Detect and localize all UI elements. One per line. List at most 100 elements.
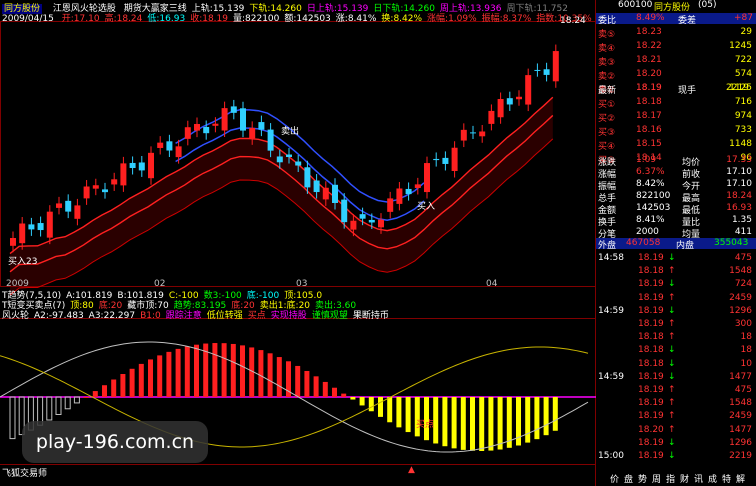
level-label: 卖③	[598, 58, 616, 68]
candle-body	[129, 162, 136, 169]
indicator-bar	[129, 368, 135, 397]
stat-value: 17.10	[726, 167, 752, 177]
tick-price: 18.18	[638, 345, 664, 356]
indicator-bar	[166, 351, 172, 397]
chart-area[interactable]	[0, 0, 596, 486]
order-level-row: 买① 18.18 716	[596, 97, 756, 110]
date-tick-label: 04	[486, 279, 498, 289]
quote-tab[interactable]: 财	[680, 472, 689, 485]
indicator-value: B1:0	[140, 311, 161, 321]
tick-volume: 300	[734, 319, 752, 329]
indicator-bar	[552, 397, 558, 431]
quote-tab[interactable]: 讯	[694, 472, 703, 485]
level-volume: 29	[740, 27, 752, 37]
order-level-row: 卖③ 18.21 722	[596, 55, 756, 68]
indicator-bar	[488, 397, 494, 451]
order-level-row: 买③ 18.16 733	[596, 125, 756, 138]
quote-tab[interactable]: 指	[666, 472, 675, 485]
indicator-bar	[332, 387, 337, 397]
stat-value: 8.41%	[636, 215, 665, 225]
indicator-bar	[304, 370, 310, 397]
indicator-bar	[313, 376, 319, 397]
inner-label: 内盘	[676, 241, 695, 251]
indicator-value: 谨慎观望	[311, 311, 348, 321]
indicator-bar	[479, 397, 485, 451]
tick-volume: 724	[734, 279, 752, 290]
level-volume: 974	[734, 111, 752, 121]
header-value: 涨:8.41%	[335, 14, 377, 24]
stat-value: 17.33	[726, 155, 752, 165]
quote-tab[interactable]: 盘	[624, 472, 633, 485]
tick-time: 14:58	[598, 253, 624, 263]
candle-body	[83, 186, 90, 199]
quote-tab[interactable]: 成	[708, 472, 717, 485]
indicator-value: A3:22.297	[88, 311, 136, 321]
candle-body	[497, 99, 504, 118]
stat-row: 涨幅 6.37% 前收 17.10	[596, 167, 756, 180]
indicator-value: 低位转强	[206, 311, 243, 321]
tick-direction-icon: ↓	[668, 358, 676, 369]
tick-direction-icon: ↓	[668, 451, 676, 461]
quote-tab[interactable]: 价	[610, 472, 619, 485]
stat-row: 涨跌 1.09 均价 17.33	[596, 155, 756, 168]
quote-title-row: 600100 同方股份 (05)	[596, 0, 756, 13]
order-level-row: 买④ 18.15 1148	[596, 139, 756, 152]
level-volume: 733	[734, 125, 752, 135]
quote-tab[interactable]: 解	[736, 472, 745, 485]
header-line-2: 2009/04/15 开:17.10 高:18.24 低:16.93 收:18.19 量…	[2, 11, 592, 24]
level-volume: 1148	[729, 139, 752, 149]
sell-annotation: 卖出	[281, 127, 300, 137]
stat-value: 8.42%	[636, 179, 665, 189]
scroll-marker-icon[interactable]: ▲	[408, 465, 415, 475]
tick-volume: 1296	[729, 305, 752, 316]
indicator-bar	[543, 397, 549, 436]
tick-row: 18.18 ↓ 10	[596, 359, 756, 370]
quote-tab[interactable]: 周	[652, 472, 661, 485]
tick-row: 14:59 18.19 ↓ 1296	[596, 306, 756, 317]
header-value: 低:16.93	[147, 14, 186, 24]
tick-direction-icon: ↓	[668, 345, 676, 356]
indicator-value: 果断持币	[352, 311, 389, 321]
tick-direction-icon: ↑	[668, 385, 676, 395]
watermark: play-196.com.cn	[22, 421, 208, 463]
level-price: 18.16	[636, 125, 662, 135]
tick-row: 14:58 18.19 ↓ 475	[596, 253, 756, 264]
header-value: 振幅:8.37%	[481, 14, 532, 24]
candle-body	[396, 188, 403, 204]
indicator-bar	[525, 397, 531, 443]
stat-value: 822100	[636, 191, 671, 201]
tick-row: 18.18 ↑ 1548	[596, 266, 756, 277]
order-level-row: 卖⑤ 18.23 29	[596, 27, 756, 40]
indicator-bar	[230, 343, 236, 397]
tick-price: 18.19	[638, 279, 664, 290]
candle-body	[230, 106, 237, 113]
indicator-bar	[267, 353, 273, 397]
header-value: 换:8.42%	[381, 14, 423, 24]
tick-price: 18.19	[638, 451, 664, 461]
quote-panel: 600100 同方股份 (05) 委比 8.49% 委差 +87 卖⑤ 18.23…	[596, 0, 756, 486]
indicator-bar	[295, 365, 301, 397]
quote-tab[interactable]: 特	[722, 472, 731, 485]
buy-annotation: 买入	[417, 202, 436, 212]
candle-body	[488, 110, 495, 124]
header-value: 收:18.19	[190, 14, 228, 24]
indicator-bar	[341, 393, 347, 397]
candle-body	[442, 157, 449, 164]
level-label: 买①	[598, 100, 616, 110]
indicator-bar	[9, 396, 16, 440]
candle-body	[37, 223, 44, 231]
order-level-row: 买② 18.17 974	[596, 111, 756, 124]
tick-row: 18.18 ↓ 18	[596, 345, 756, 356]
outer-value: 467058	[626, 238, 661, 248]
tick-row: 18.20 ↑ 1477	[596, 425, 756, 436]
quote-tab[interactable]: 势	[638, 472, 647, 485]
stat-row: 分笔 2000 均量 411	[596, 227, 756, 240]
tick-price: 18.19	[638, 319, 664, 329]
candle-body	[138, 162, 145, 171]
candle-body	[479, 131, 486, 137]
stat-value: 16.93	[726, 203, 752, 213]
latest-row: 最新 18.19 现手 2219	[596, 83, 756, 96]
tick-direction-icon: ↓	[668, 253, 676, 263]
stat-value: 18.24	[726, 191, 752, 201]
candle-body	[203, 126, 210, 134]
